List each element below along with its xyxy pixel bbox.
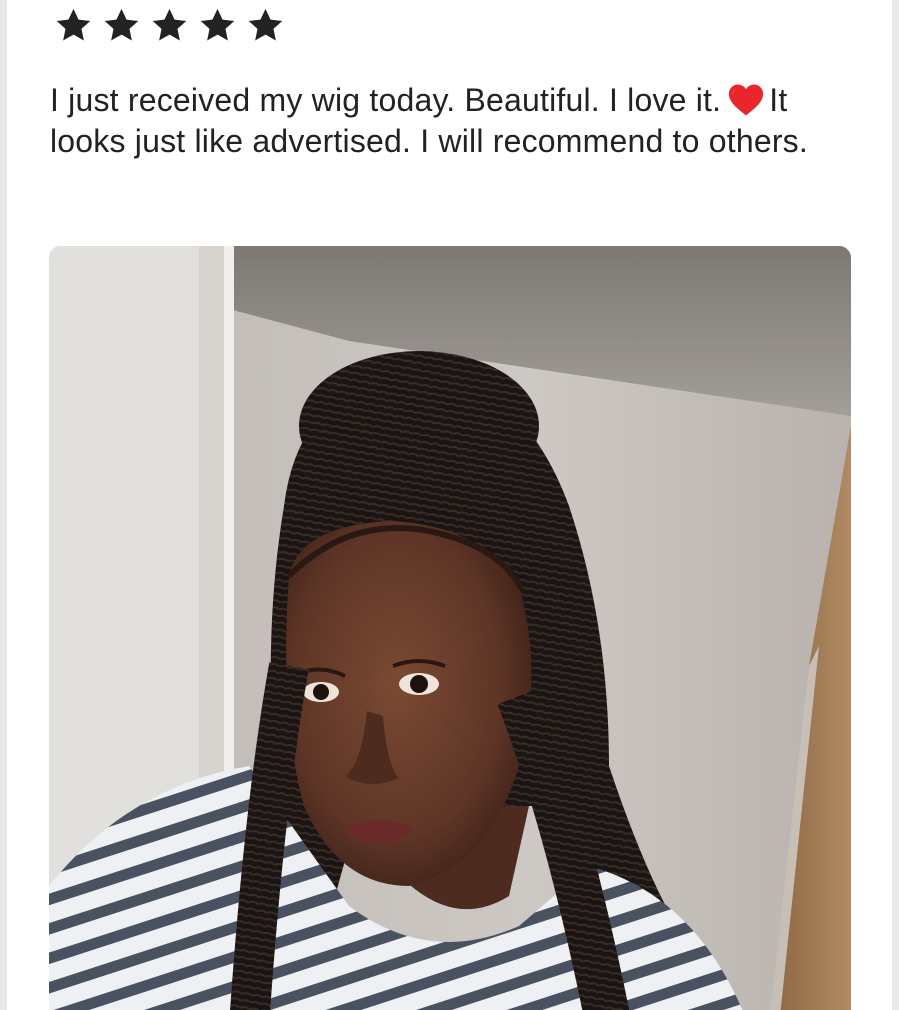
star-icon bbox=[150, 6, 189, 45]
star-icon bbox=[246, 6, 285, 45]
review-card: I just received my wig today. Beautiful.… bbox=[7, 0, 892, 1010]
star-rating bbox=[54, 6, 285, 45]
review-photo[interactable] bbox=[49, 246, 851, 1010]
star-icon bbox=[198, 6, 237, 45]
review-text-part1: I just received my wig today. Beautiful.… bbox=[50, 82, 722, 118]
star-icon bbox=[102, 6, 141, 45]
star-icon bbox=[54, 6, 93, 45]
red-heart-icon bbox=[727, 83, 765, 116]
review-text: I just received my wig today. Beautiful.… bbox=[50, 80, 840, 162]
